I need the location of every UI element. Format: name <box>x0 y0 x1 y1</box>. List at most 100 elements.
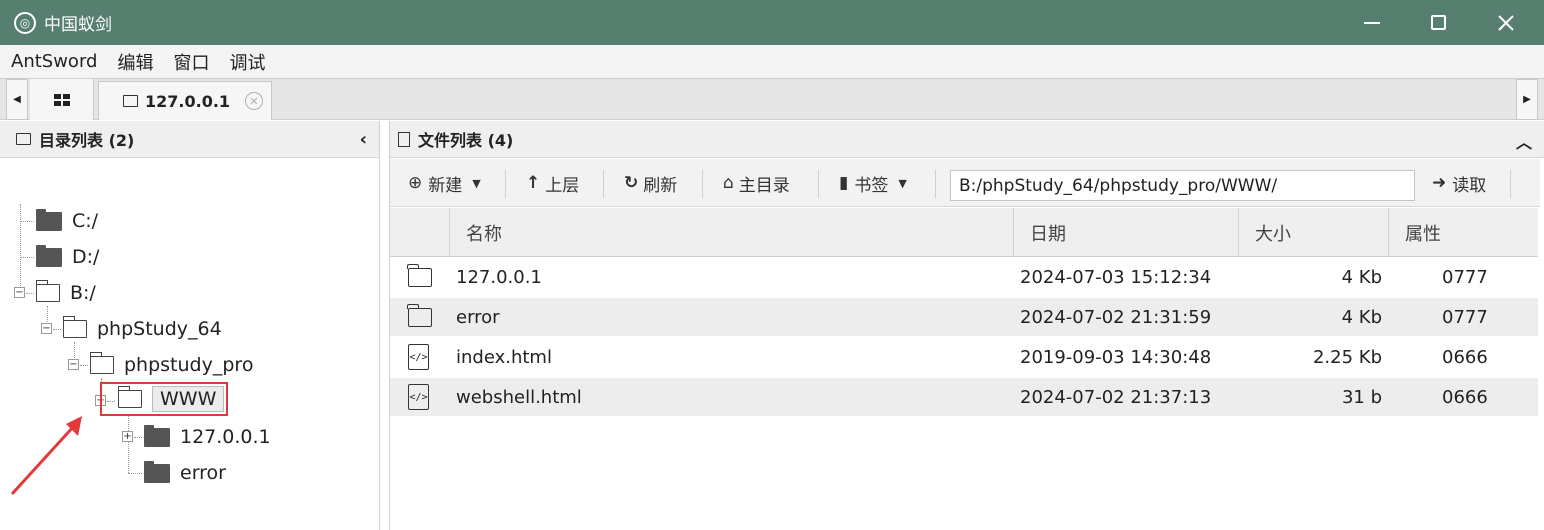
folder-open-icon <box>89 352 114 374</box>
file-date: 2024-07-03 15:12:34 <box>1020 266 1212 288</box>
directory-panel-title: 目录列表 (2) <box>39 131 135 150</box>
collapse-up-icon[interactable]: ︿ <box>1516 129 1532 153</box>
folder-icon <box>36 208 62 231</box>
close-button[interactable] <box>1472 0 1540 45</box>
tab-host[interactable]: 127.0.0.1 ✕ <box>98 81 272 120</box>
minimize-button[interactable] <box>1338 0 1406 45</box>
refresh-button[interactable]: ↻ 刷新 <box>624 159 677 207</box>
file-date: 2024-07-02 21:31:59 <box>1020 306 1212 328</box>
up-label: 上层 <box>545 175 580 196</box>
file-attr: 0666 <box>1442 386 1488 408</box>
tree-node-d-drive[interactable]: D:/ <box>36 240 99 274</box>
menu-bar: AntSword 编辑 窗口 调试 <box>0 45 1544 78</box>
file-row[interactable]: error 2024-07-02 21:31:59 4 Kb 0777 <box>390 298 1538 336</box>
folder-icon <box>36 244 62 267</box>
tree-node-phpstudy-pro[interactable]: phpstudy_pro <box>89 348 254 382</box>
bookmark-button[interactable]: ▮ 书签 ▼ <box>839 159 907 207</box>
file-name: 127.0.0.1 <box>456 266 542 288</box>
collapse-panel-icon[interactable]: ‹ <box>360 129 367 150</box>
tab-close-icon[interactable]: ✕ <box>245 92 263 110</box>
tree-node-label: C:/ <box>72 210 99 232</box>
chevron-down-icon: ▼ <box>898 176 907 190</box>
code-file-icon: </> <box>408 384 429 410</box>
file-name: error <box>456 306 500 328</box>
tree-node-b-drive[interactable]: B:/ <box>35 276 96 310</box>
tree-node-www[interactable]: WWW <box>100 382 229 416</box>
maximize-icon <box>1430 15 1446 30</box>
home-button[interactable]: ⌂ 主目录 <box>723 159 790 207</box>
tree-node-label: D:/ <box>72 246 100 268</box>
file-attr: 0777 <box>1442 306 1488 328</box>
column-header-size[interactable]: 大小 <box>1238 208 1388 257</box>
highlight-box: WWW <box>100 382 229 416</box>
menu-debug[interactable]: 调试 <box>218 49 274 75</box>
tree-node-host[interactable]: 127.0.0.1 <box>144 420 271 454</box>
file-grid-header: 名称 日期 大小 属性 <box>390 208 1538 257</box>
refresh-label: 刷新 <box>643 175 678 196</box>
tree-node-phpstudy64[interactable]: phpStudy_64 <box>62 312 222 346</box>
file-size: 31 b <box>1341 386 1382 408</box>
tab-strip: ◀ 127.0.0.1 ✕ ▶ <box>0 78 1544 120</box>
tree-node-label: error <box>180 462 226 484</box>
grid-icon <box>53 93 70 106</box>
folder-icon <box>144 424 170 447</box>
file-attr: 0777 <box>1442 266 1488 288</box>
plus-circle-icon: ⊕ <box>408 173 423 193</box>
menu-antsword[interactable]: AntSword <box>0 51 106 72</box>
column-header-icon <box>390 208 449 257</box>
antsword-logo-icon: ◎ <box>14 11 36 34</box>
up-button[interactable]: ↑ 上层 <box>526 159 579 207</box>
folder-open-icon <box>62 316 87 338</box>
tab-scroll-left-button[interactable]: ◀ <box>6 79 28 120</box>
folder-open-icon <box>117 386 142 408</box>
tree-expand-host-toggle[interactable]: + <box>122 431 133 442</box>
arrow-up-icon: ↑ <box>526 173 541 193</box>
minimize-icon <box>1364 21 1380 24</box>
new-label: 新建 <box>428 175 463 196</box>
folder-icon <box>16 133 31 145</box>
folder-icon <box>123 95 138 107</box>
file-size: 4 Kb <box>1341 306 1382 328</box>
tree-node-c-drive[interactable]: C:/ <box>36 204 98 238</box>
new-button[interactable]: ⊕ 新建 ▼ <box>408 159 481 207</box>
file-icon <box>398 131 410 147</box>
tree-node-error[interactable]: error <box>144 456 226 490</box>
column-header-attr[interactable]: 属性 <box>1388 208 1538 257</box>
tab-host-label: 127.0.0.1 <box>145 91 231 111</box>
close-icon <box>1498 14 1514 31</box>
annotation-arrow-icon <box>10 416 82 496</box>
tree-collapse-phpstudy64-toggle[interactable]: − <box>41 323 52 334</box>
tree-collapse-phpstudy-pro-toggle[interactable]: − <box>68 359 79 370</box>
folder-icon <box>144 460 170 483</box>
tree-node-label: phpstudy_pro <box>124 354 254 376</box>
path-input[interactable] <box>950 170 1415 201</box>
folder-icon <box>407 303 432 327</box>
refresh-icon: ↻ <box>624 173 639 193</box>
file-name: index.html <box>456 346 552 368</box>
window-title: 中国蚁剑 <box>44 15 112 35</box>
file-attr: 0666 <box>1442 346 1488 368</box>
code-file-icon: </> <box>408 344 429 370</box>
file-row[interactable]: </> index.html 2019-09-03 14:30:48 2.25 … <box>390 338 1538 376</box>
file-row[interactable]: </> webshell.html 2024-07-02 21:37:13 31… <box>390 378 1538 416</box>
read-button[interactable]: ➜ 读取 <box>1432 159 1486 207</box>
column-header-name[interactable]: 名称 <box>449 208 1013 257</box>
title-bar: ◎ 中国蚁剑 <box>0 0 1544 45</box>
maximize-button[interactable] <box>1404 0 1472 45</box>
file-row[interactable]: 127.0.0.1 2024-07-03 15:12:34 4 Kb 0777 <box>390 258 1538 296</box>
menu-edit[interactable]: 编辑 <box>106 49 162 75</box>
chevron-down-icon: ▼ <box>472 176 481 190</box>
tree-collapse-b-toggle[interactable]: − <box>14 287 25 298</box>
file-size: 2.25 Kb <box>1312 346 1382 368</box>
tree-node-label: 127.0.0.1 <box>180 426 271 448</box>
tab-home[interactable] <box>30 79 94 120</box>
menu-window[interactable]: 窗口 <box>162 49 218 75</box>
file-name: webshell.html <box>456 386 582 408</box>
file-panel-header: 文件列表 (4) ︿ <box>390 121 1544 158</box>
bookmark-icon: ▮ <box>839 173 849 193</box>
tab-scroll-right-button[interactable]: ▶ <box>1516 79 1538 120</box>
file-date: 2019-09-03 14:30:48 <box>1020 346 1212 368</box>
folder-icon <box>407 263 432 287</box>
arrow-right-icon: ➜ <box>1432 173 1447 193</box>
column-header-date[interactable]: 日期 <box>1013 208 1238 257</box>
